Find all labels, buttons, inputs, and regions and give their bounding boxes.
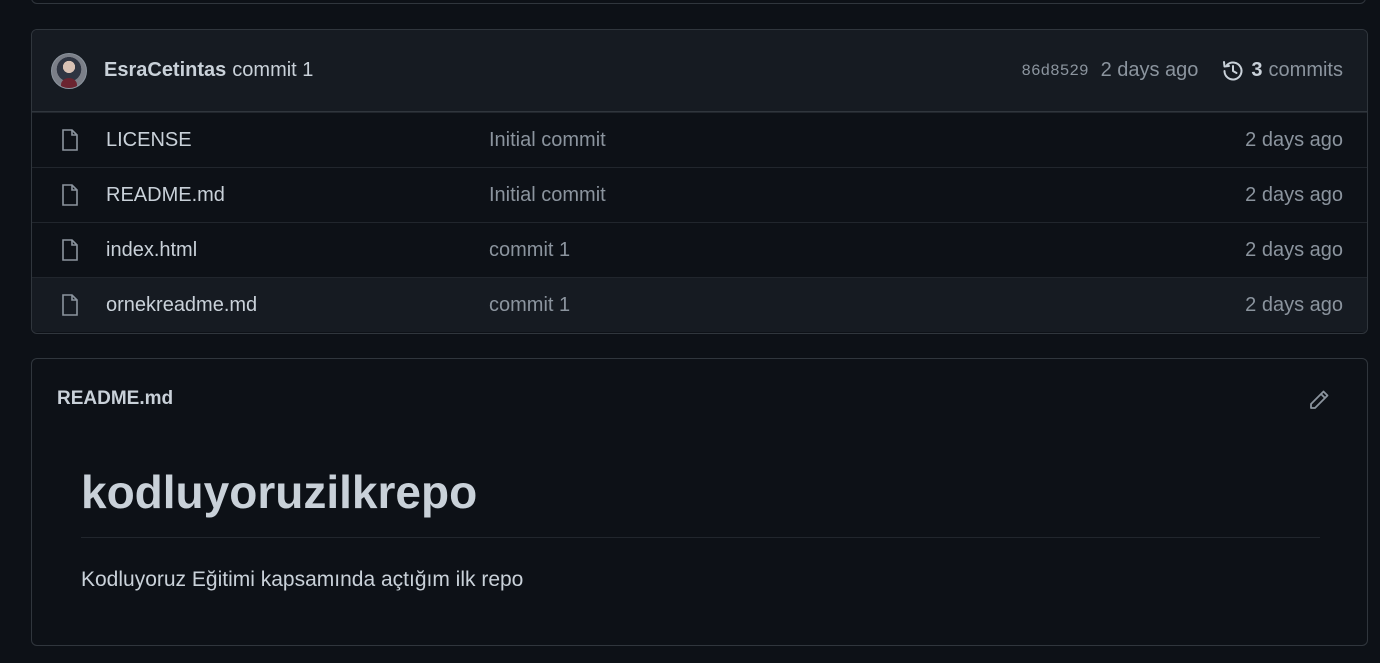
readme-title: kodluyoruzilkrepo	[81, 466, 478, 518]
file-row[interactable]: index.html commit 1 2 days ago	[32, 222, 1367, 277]
commit-time: 2 days ago	[1100, 59, 1199, 81]
file-name-link[interactable]: README.md	[106, 184, 489, 207]
history-icon	[1223, 60, 1243, 80]
readme-panel: README.md kodluyoruzilkrepo Kodluyoruz E…	[31, 358, 1368, 646]
file-time: 2 days ago	[1245, 238, 1343, 261]
file-row[interactable]: README.md Initial commit 2 days ago	[32, 167, 1367, 222]
file-commit-link[interactable]: commit 1	[489, 239, 1245, 262]
previous-panel	[31, 0, 1366, 4]
pencil-icon[interactable]	[1307, 388, 1331, 412]
file-icon	[62, 129, 78, 151]
file-icon	[62, 184, 78, 206]
avatar[interactable]	[51, 52, 87, 89]
file-browser: EsraCetintas commit 1 86d8529 2 days ago…	[31, 29, 1368, 334]
commits-history-link[interactable]: 3 commits	[1221, 59, 1343, 83]
commit-author-link[interactable]: EsraCetintas	[104, 59, 226, 82]
commits-label: commits	[1268, 59, 1343, 81]
readme-filename: README.md	[57, 388, 174, 409]
file-row[interactable]: ornekreadme.md commit 1 2 days ago	[32, 277, 1367, 332]
file-icon	[62, 294, 78, 316]
file-row[interactable]: LICENSE Initial commit 2 days ago	[32, 112, 1367, 167]
file-commit-link[interactable]: commit 1	[489, 294, 1245, 317]
file-commit-link[interactable]: Initial commit	[489, 184, 1245, 207]
commit-message-link[interactable]: commit 1	[232, 59, 313, 82]
commit-sha-link[interactable]: 86d8529	[1021, 62, 1088, 80]
file-time: 2 days ago	[1245, 128, 1343, 151]
readme-description: Kodluyoruz Eğitimi kapsamında açtığım il…	[81, 568, 524, 591]
file-time: 2 days ago	[1245, 293, 1343, 316]
file-name-link[interactable]: index.html	[106, 239, 489, 262]
latest-commit-bar: EsraCetintas commit 1 86d8529 2 days ago…	[32, 30, 1367, 112]
file-commit-link[interactable]: Initial commit	[489, 129, 1245, 152]
file-icon	[62, 239, 78, 261]
file-time: 2 days ago	[1245, 183, 1343, 206]
file-name-link[interactable]: ornekreadme.md	[106, 294, 489, 317]
readme-divider	[81, 537, 1320, 538]
file-name-link[interactable]: LICENSE	[106, 129, 489, 152]
commits-count: 3	[1251, 59, 1263, 81]
